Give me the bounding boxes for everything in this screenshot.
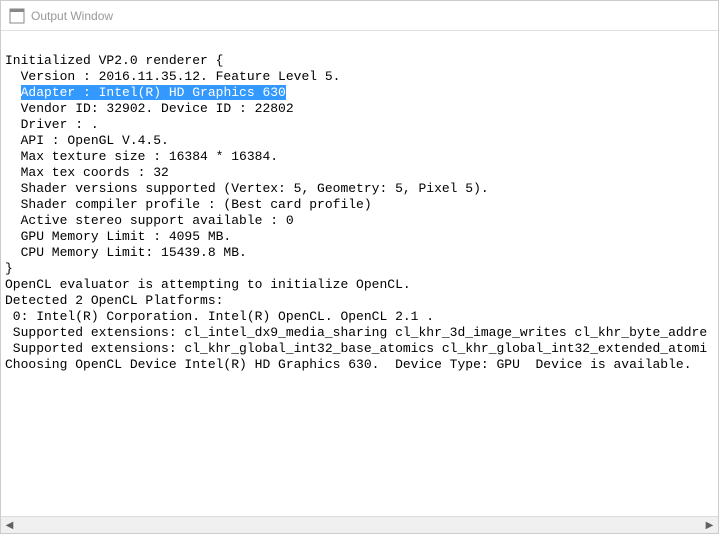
window-title: Output Window — [31, 9, 113, 23]
scroll-track[interactable] — [18, 517, 701, 533]
scroll-left-arrow[interactable]: ◀ — [1, 517, 18, 534]
app-icon — [9, 8, 25, 24]
scroll-right-arrow[interactable]: ▶ — [701, 517, 718, 534]
titlebar[interactable]: Output Window — [1, 1, 718, 31]
horizontal-scrollbar[interactable]: ◀ ▶ — [1, 516, 718, 533]
content-area: Initialized VP2.0 renderer { Version : 2… — [1, 31, 718, 533]
selected-line[interactable]: Adapter : Intel(R) HD Graphics 630 — [21, 85, 286, 100]
output-log[interactable]: Initialized VP2.0 renderer { Version : 2… — [1, 31, 718, 516]
